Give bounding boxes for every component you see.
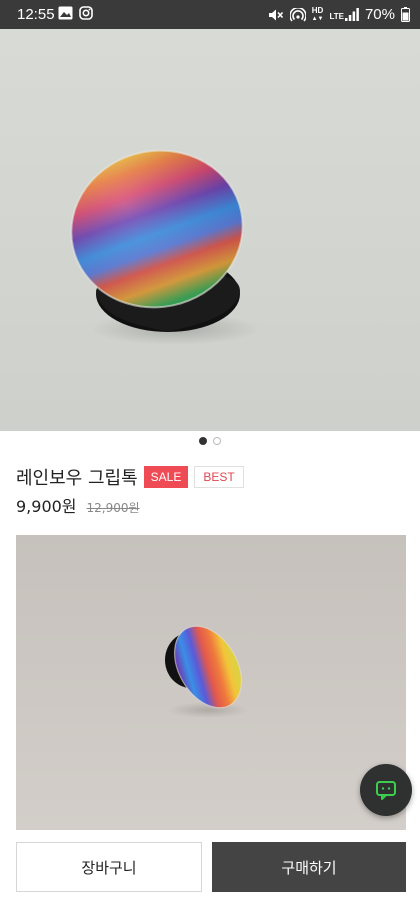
signal-icon: [344, 8, 359, 21]
mute-icon: [268, 9, 283, 20]
chat-icon: [376, 781, 396, 800]
add-to-cart-button[interactable]: 장바구니: [16, 842, 202, 892]
gallery-icon: [58, 6, 73, 20]
hotspot-icon: [289, 7, 306, 22]
bottom-action-bar: 장바구니 구매하기: [0, 830, 420, 900]
original-price: 12,900원: [86, 501, 140, 515]
battery-icon: [401, 7, 410, 22]
instagram-icon: [79, 6, 93, 20]
product-image-carousel[interactable]: [0, 29, 420, 431]
product-detail-photo: [16, 535, 406, 830]
best-badge: BEST: [194, 466, 244, 488]
sale-badge: SALE: [143, 466, 189, 488]
battery-percent: 70%: [364, 6, 395, 23]
carousel-dot-1[interactable]: [199, 437, 207, 445]
product-title: 레인보우 그립톡: [16, 468, 138, 489]
status-time: 12:55: [17, 6, 55, 23]
carousel-indicator: [0, 437, 420, 445]
hd-label: HD: [311, 5, 324, 15]
sale-price: 9,900원: [16, 497, 77, 516]
product-detail-image: [16, 535, 406, 830]
network-label: LTE: [329, 12, 344, 21]
chat-button[interactable]: [360, 764, 412, 816]
carousel-dot-2[interactable]: [213, 437, 221, 445]
status-bar: 12:55 HD ▲▼ LTE 70%: [0, 0, 420, 29]
buy-now-button[interactable]: 구매하기: [212, 842, 406, 892]
product-photo: [0, 29, 420, 431]
